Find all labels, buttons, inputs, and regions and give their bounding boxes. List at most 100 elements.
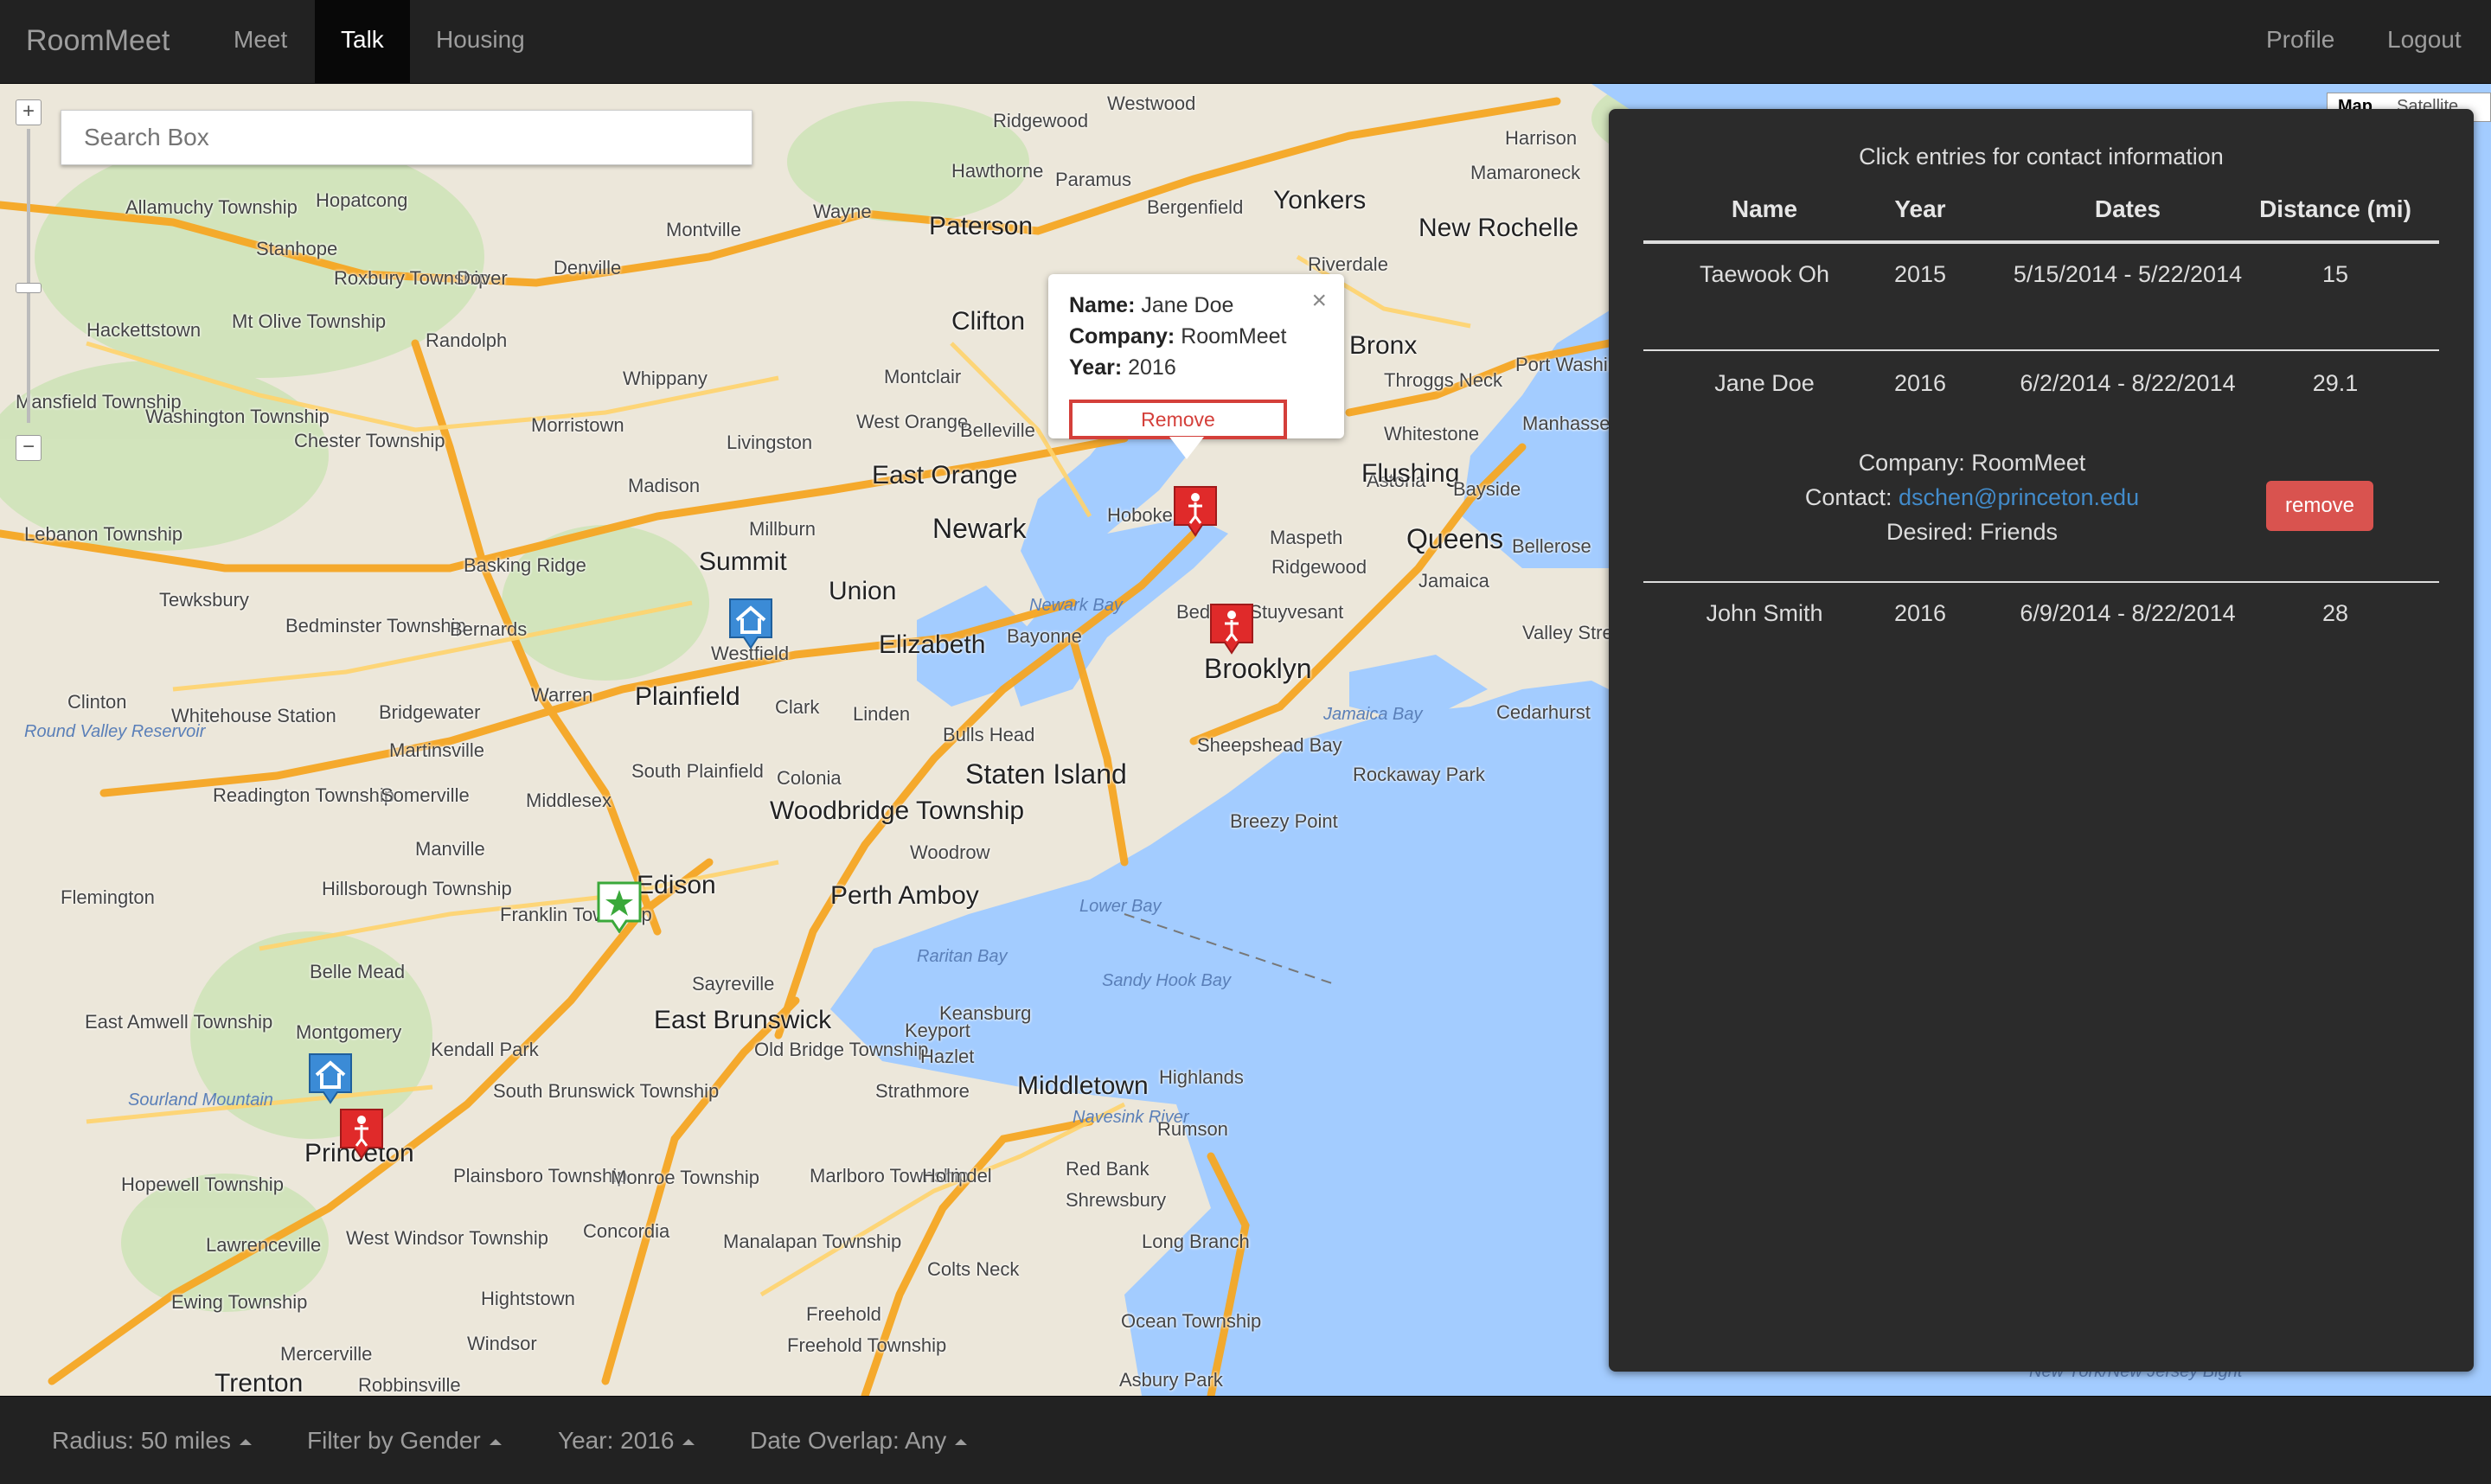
map-label: Livingston: [727, 432, 813, 453]
year-dropdown[interactable]: Year: 2016: [558, 1397, 695, 1484]
map-label: Sandy Hook Bay: [1102, 971, 1231, 990]
map-label: Woodbridge Township: [770, 796, 1025, 825]
map-label: Bernards: [450, 618, 528, 640]
map-label: Mamaroneck: [1470, 162, 1581, 183]
radius-dropdown[interactable]: Radius: 50 miles: [52, 1397, 252, 1484]
map-label: Lower Bay: [1079, 897, 1162, 916]
map-label: Montgomery: [296, 1021, 402, 1043]
zoom-in-button[interactable]: +: [16, 99, 42, 125]
person-marker[interactable]: [339, 1108, 384, 1160]
map-label: Bellerose: [1512, 535, 1591, 557]
map-label: Flushing: [1361, 459, 1460, 488]
column-header-distance[interactable]: Distance (mi): [2232, 195, 2439, 223]
gender-filter-dropdown[interactable]: Filter by Gender: [307, 1397, 502, 1484]
detail-email-link[interactable]: dschen@princeton.edu: [1899, 484, 2139, 510]
filter-bar: Radius: 50 miles Filter by Gender Year: …: [0, 1396, 2491, 1484]
map-label: Freehold Township: [787, 1334, 947, 1356]
map-label: Ocean Township: [1121, 1310, 1262, 1332]
remove-contact-button[interactable]: remove: [2266, 481, 2373, 531]
map-label: Linden: [853, 703, 911, 725]
map-label: Ewing Township: [171, 1291, 308, 1313]
map-label: Long Branch: [1142, 1231, 1250, 1252]
map-label: Belleville: [960, 419, 1035, 441]
map-label: Clifton: [951, 307, 1026, 336]
column-header-name[interactable]: Name: [1687, 195, 1842, 223]
map-label: Bedminster Township: [285, 615, 466, 636]
column-header-year[interactable]: Year: [1868, 195, 1972, 223]
map-label: Clinton: [67, 691, 127, 713]
housing-marker[interactable]: [308, 1052, 353, 1104]
map-label: Queens: [1406, 523, 1504, 554]
map-label: Highlands: [1159, 1066, 1244, 1088]
row-name: John Smith: [1706, 600, 1823, 626]
row-dates: 6/9/2014 - 8/22/2014: [2020, 600, 2236, 626]
map-label: Monroe Township: [611, 1167, 760, 1188]
map-label: Montville: [666, 219, 741, 240]
close-icon[interactable]: ×: [1311, 286, 1327, 316]
marker-info-popup: × Name: Jane Doe Company: RoomMeet Year:…: [1048, 274, 1344, 459]
map-label: Trenton: [215, 1369, 304, 1396]
map-label: Clark: [775, 696, 820, 718]
map-label: Maspeth: [1270, 527, 1343, 548]
row-year: 2016: [1893, 370, 1947, 396]
nav-meet[interactable]: Meet: [208, 0, 313, 84]
caret-up-icon: [239, 1439, 252, 1446]
map-label: Red Bank: [1066, 1158, 1149, 1180]
row-distance: 28: [2321, 600, 2349, 626]
map-label: Ridgewood: [1271, 556, 1367, 578]
map-label: Lawrenceville: [206, 1234, 322, 1256]
map-label: New Rochelle: [1418, 214, 1579, 242]
zoom-out-button[interactable]: −: [16, 435, 42, 461]
nav-talk[interactable]: Talk: [315, 0, 410, 84]
map-label: Harrison: [1505, 127, 1578, 149]
map-label: Sheepshead Bay: [1197, 734, 1342, 756]
map-label: Old Bridge Township: [754, 1039, 929, 1060]
map-label: Hackettstown: [86, 319, 202, 341]
search-input[interactable]: [61, 110, 752, 165]
map-label: East Amwell Township: [85, 1011, 273, 1033]
map-label: Strathmore: [875, 1080, 970, 1102]
map-label: Windsor: [467, 1333, 537, 1354]
nav-logout[interactable]: Logout: [2361, 0, 2488, 84]
zoom-slider-handle[interactable]: [16, 283, 42, 293]
map-label: Bedford-Stuyvesant: [1176, 601, 1344, 623]
current-location-marker[interactable]: [597, 881, 642, 933]
contacts-panel: Click entries for contact information Na…: [1609, 109, 2474, 1372]
nav-profile[interactable]: Profile: [2240, 0, 2360, 84]
map-label: Hightstown: [481, 1288, 575, 1309]
radius-label: Radius: 50 miles: [52, 1427, 231, 1454]
zoom-slider-track[interactable]: [27, 129, 30, 423]
person-marker[interactable]: [1209, 603, 1254, 655]
map-label: Basking Ridge: [464, 554, 586, 576]
map-label: Colts Neck: [927, 1258, 1020, 1280]
map-label: Bridgewater: [379, 701, 481, 723]
map-label: Edison: [637, 871, 716, 899]
top-navbar: RoomMeet Meet Talk Housing Profile Logou…: [0, 0, 2491, 84]
panel-caption: Click entries for contact information: [1859, 144, 2224, 170]
map-label: South Plainfield: [631, 760, 764, 782]
map-label: Kendall Park: [431, 1039, 539, 1060]
popup-year-row: Year: 2016: [1069, 352, 1323, 383]
housing-marker[interactable]: [728, 598, 773, 649]
map-label: Jamaica Bay: [1323, 705, 1423, 724]
nav-housing[interactable]: Housing: [410, 0, 551, 84]
row-name: Jane Doe: [1714, 370, 1815, 396]
map-label: Hopatcong: [316, 189, 408, 211]
popup-remove-button[interactable]: Remove: [1069, 400, 1287, 439]
detail-contact: Contact: dschen@princeton.edu: [1730, 484, 2214, 511]
brand-logo[interactable]: RoomMeet: [26, 19, 170, 62]
map-label: Summit: [699, 547, 787, 576]
map-label: Manville: [415, 838, 485, 860]
person-marker[interactable]: [1173, 485, 1218, 537]
date-overlap-dropdown[interactable]: Date Overlap: Any: [750, 1397, 968, 1484]
map-label: Breezy Point: [1230, 810, 1338, 832]
date-overlap-label: Date Overlap: Any: [750, 1427, 947, 1454]
map-label: Plainsboro Township: [453, 1165, 628, 1187]
caret-up-icon: [955, 1439, 968, 1446]
map-label: Freehold: [806, 1303, 881, 1325]
map-label: Union: [829, 577, 897, 605]
row-distance: 15: [2321, 261, 2349, 287]
map-label: Ridgewood: [993, 110, 1089, 131]
popup-name-key: Name:: [1069, 293, 1136, 317]
caret-up-icon: [682, 1439, 695, 1446]
